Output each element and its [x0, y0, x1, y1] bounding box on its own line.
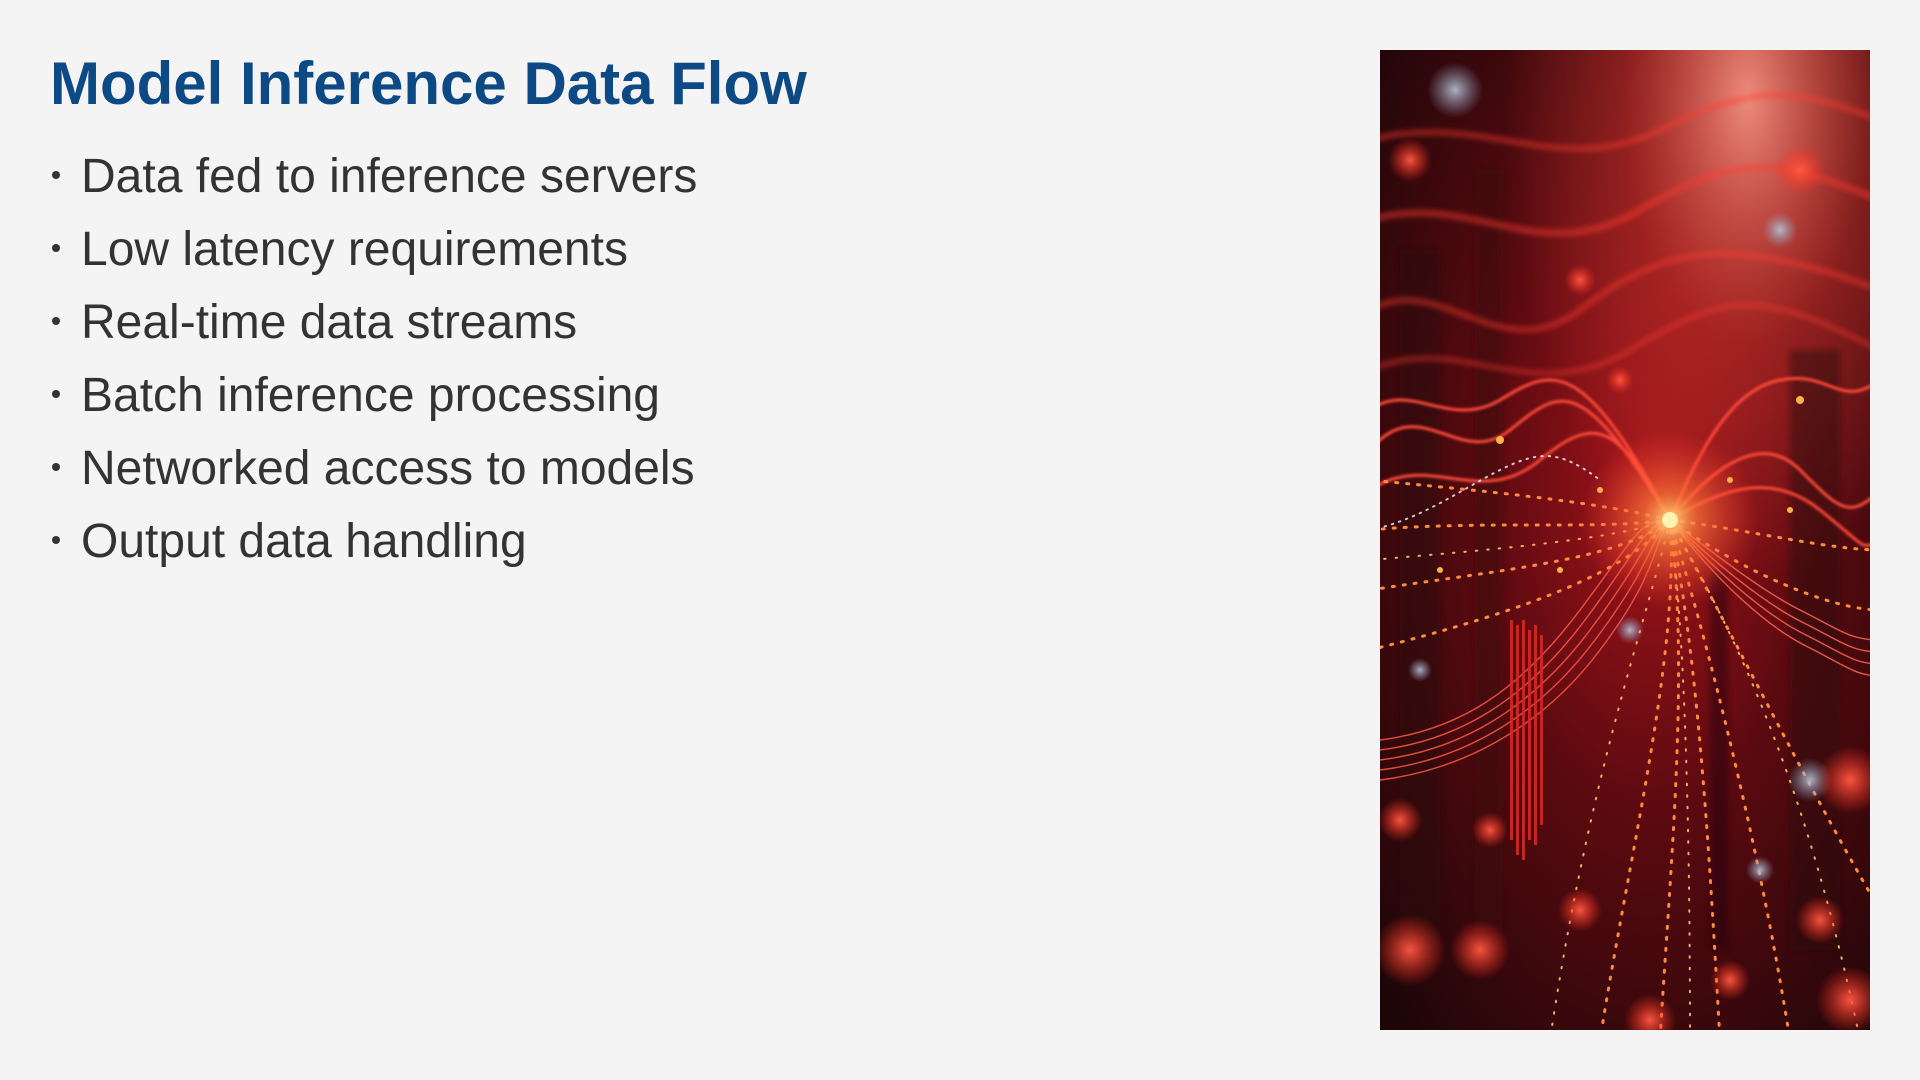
bullet-text: Output data handling: [81, 515, 527, 568]
bullet-text: Networked access to models: [81, 442, 695, 495]
bullet-text: Real-time data streams: [81, 296, 578, 349]
bullet-item: Batch inference processing: [50, 365, 697, 438]
bullet-text: Batch inference processing: [81, 369, 660, 422]
bullet-dot-icon: [52, 244, 60, 252]
bullet-dot-icon: [52, 317, 60, 325]
bullet-item: Real-time data streams: [50, 292, 697, 365]
bullet-item: Output data handling: [50, 511, 697, 584]
slide: Model Inference Data Flow Data fed to in…: [0, 0, 1920, 1080]
bullet-text: Data fed to inference servers: [81, 150, 698, 203]
bullet-dot-icon: [52, 536, 60, 544]
bullet-dot-icon: [52, 171, 60, 179]
bullet-dot-icon: [52, 463, 60, 471]
bullet-text: Low latency requirements: [81, 223, 628, 276]
bullet-list: Data fed to inference servers Low latenc…: [50, 146, 697, 584]
slide-title: Model Inference Data Flow: [50, 50, 807, 117]
bullet-item: Networked access to models: [50, 438, 697, 511]
bullet-item: Low latency requirements: [50, 219, 697, 292]
bullet-item: Data fed to inference servers: [50, 146, 697, 219]
abstract-red-data-flow-image: [1380, 50, 1870, 1030]
data-flow-illustration: [1380, 50, 1870, 1030]
bullet-dot-icon: [52, 390, 60, 398]
